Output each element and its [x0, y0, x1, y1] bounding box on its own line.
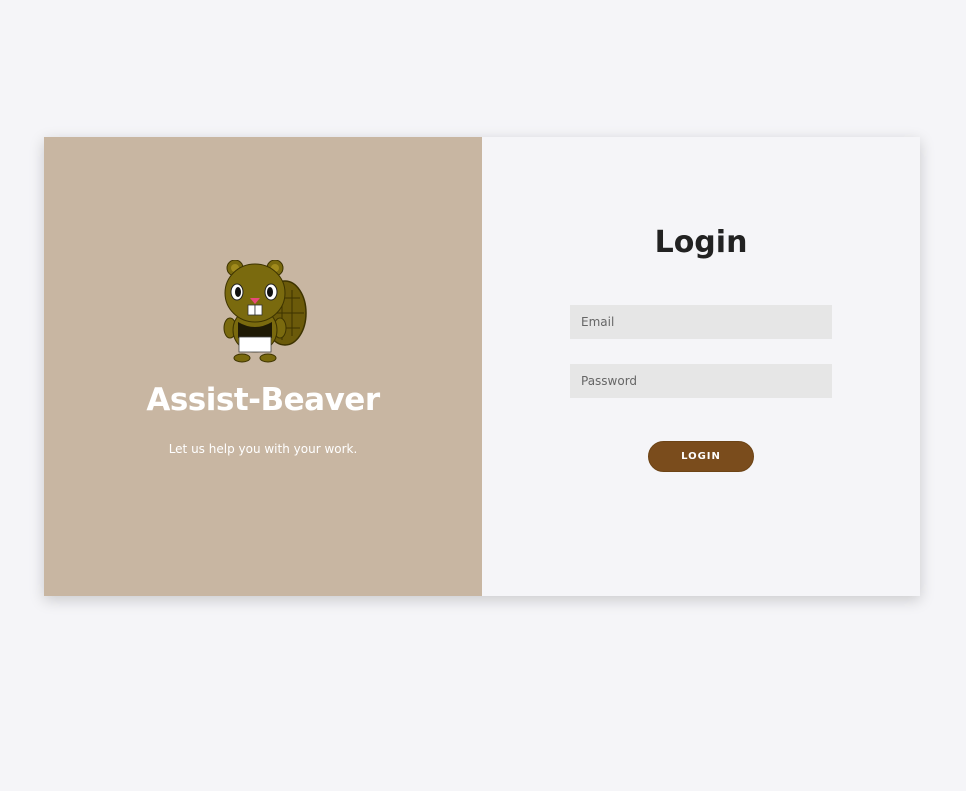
brand-tagline: Let us help you with your work.: [168, 442, 358, 456]
login-card: Assist-Beaver Let us help you with your …: [44, 137, 920, 596]
login-button[interactable]: LOGIN: [648, 441, 754, 472]
email-field[interactable]: [570, 305, 832, 339]
password-field[interactable]: [570, 364, 832, 398]
beaver-mascot-icon: [223, 260, 307, 363]
brand-panel: Assist-Beaver Let us help you with your …: [44, 137, 482, 596]
login-title: Login: [654, 225, 748, 260]
brand-title: Assist-Beaver: [146, 382, 380, 418]
login-panel: Login LOGIN: [482, 137, 920, 596]
